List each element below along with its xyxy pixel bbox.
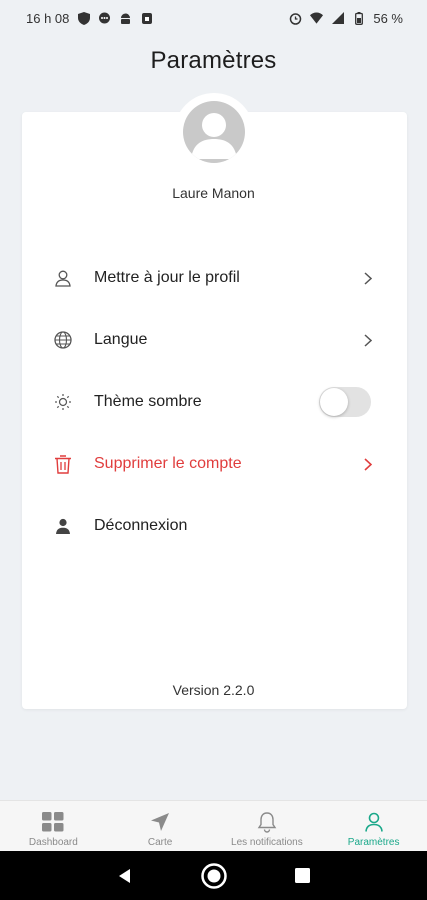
battery-icon [352,11,365,25]
nav-label-dashboard: Dashboard [28,837,78,848]
app-version: Version 2.2.0 [172,682,255,698]
page-title: Paramètres [150,47,277,74]
user-icon [363,811,385,833]
menu-label-dark-theme: Thème sombre [94,393,202,410]
toggle-knob [320,388,348,416]
nav-dashboard[interactable]: Dashboard [0,801,107,851]
status-time: 16 h 08 [26,10,70,26]
back-icon[interactable] [110,861,140,891]
bell-icon [256,811,278,833]
menu-label-update-profile: Mettre à jour le profil [94,269,240,286]
chevron-right-icon [362,457,374,471]
home-icon[interactable] [199,861,229,891]
nav-notifications[interactable]: Les notifications [214,801,321,851]
chat-icon [98,12,111,25]
nav-settings[interactable]: Paramètres [320,801,427,851]
menu-item-delete-account[interactable]: Supprimer le compte [22,433,407,495]
bottom-nav: Dashboard Carte Les notifications Paramè… [0,800,427,851]
status-left: 16 h 08 [26,11,153,26]
status-right: 56 % [289,11,403,26]
navigation-arrow-icon [149,811,171,833]
menu-label-language: Langue [94,331,148,348]
avatar[interactable] [183,101,245,163]
menu-item-language[interactable]: Langue [22,309,407,371]
menu-item-update-profile[interactable]: Mettre à jour le profil [22,247,407,309]
recents-icon[interactable] [288,861,318,891]
globe-icon [53,330,73,350]
wifi-icon [310,12,324,25]
battery-level: 56 % [373,10,403,26]
nav-label-settings: Paramètres [347,837,400,848]
user-filled-icon [53,516,73,536]
nav-label-map: Carte [147,837,173,848]
dark-theme-toggle[interactable] [319,387,371,417]
status-bar: 16 h 08 56 % [0,0,427,36]
menu-item-dark-theme: Thème sombre [22,371,407,433]
trash-icon [53,454,73,474]
lock-app-icon [140,12,153,25]
grid-icon [42,811,64,833]
signal-icon [331,12,344,25]
android-icon [119,12,132,25]
chevron-right-icon [362,271,374,285]
user-outline-icon [53,268,73,288]
sun-icon [53,392,73,412]
menu-item-logout[interactable]: Déconnexion [22,495,407,557]
shield-icon [77,11,90,25]
alarm-icon [289,12,302,25]
avatar-placeholder-icon [191,113,237,159]
nav-map[interactable]: Carte [107,801,214,851]
nav-label-notifications: Les notifications [231,837,303,848]
menu-label-logout: Déconnexion [94,517,188,534]
user-name: Laure Manon [172,185,255,201]
chevron-right-icon [362,333,374,347]
system-nav-bar [0,851,427,900]
menu-label-delete-account: Supprimer le compte [94,455,242,472]
